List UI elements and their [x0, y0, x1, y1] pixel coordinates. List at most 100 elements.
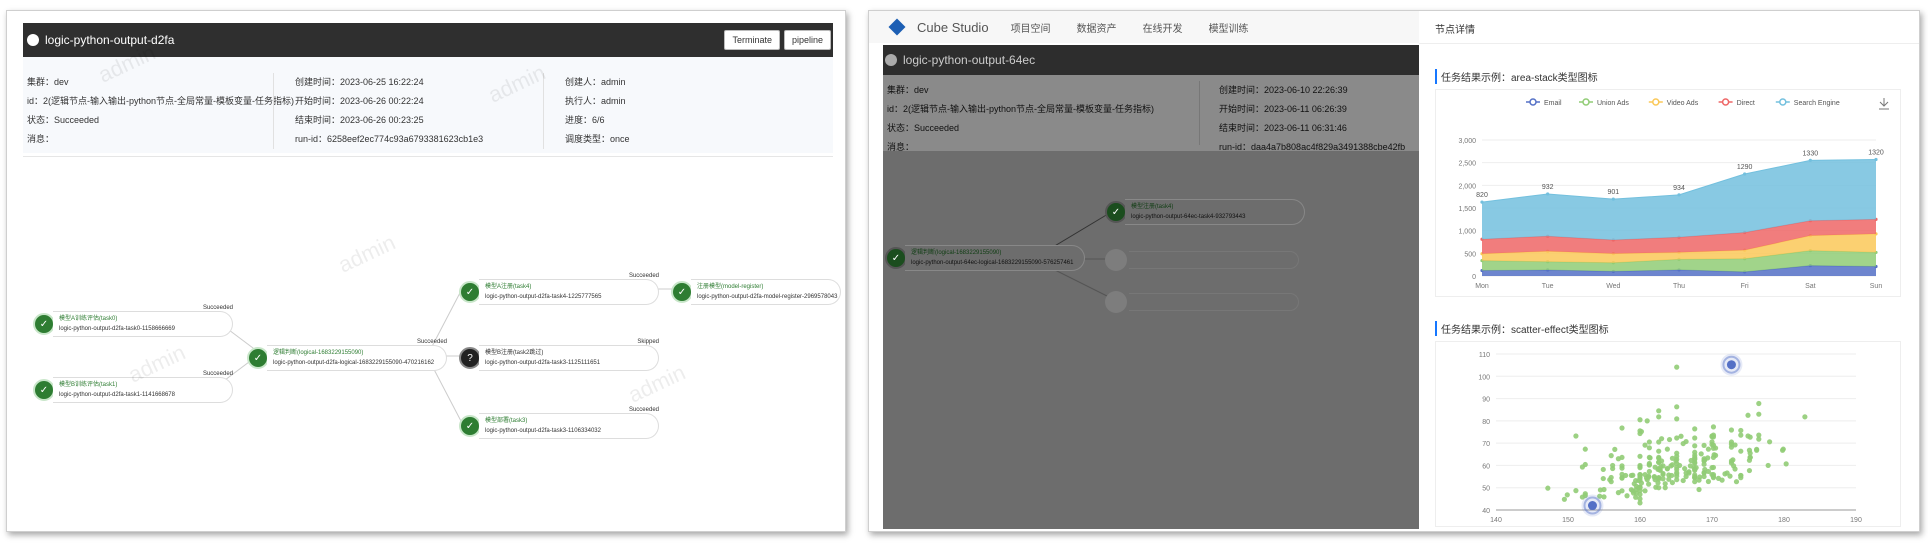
x-tick-label: 190 — [1850, 517, 1862, 524]
top-nav-bar: Cube Studio 项目空间 数据资产 在线开发 模型训练 — [869, 11, 1419, 43]
dag-node-task2-skipped[interactable]: ? 模型B注册(task2跳过) logic-python-output-d2f… — [459, 339, 659, 375]
scatter-point — [1719, 477, 1725, 483]
scatter-point — [1705, 468, 1711, 475]
scatter-point — [1600, 475, 1606, 482]
check-icon: ✓ — [885, 247, 907, 269]
scatter-point — [1696, 486, 1702, 493]
run-info-area: 集群：dev id：2(逻辑节点-输入输出-python节点-全局常量-模板变量… — [883, 75, 1423, 152]
node-status: Succeeded — [202, 371, 233, 377]
scatter-point — [1738, 432, 1744, 438]
divider — [1419, 43, 1919, 44]
dag-node-logical[interactable]: ✓ 逻辑判断(logical-1683229155090) logic-pyth… — [247, 339, 447, 375]
scatter-point — [1656, 439, 1662, 445]
node-status: Succeeded — [202, 305, 233, 311]
x-tick-label: Tue — [1542, 283, 1554, 290]
scatter-point — [1747, 454, 1753, 461]
scatter-point — [1624, 493, 1630, 499]
legend-marker — [1779, 98, 1787, 106]
y-tick-label: 500 — [1464, 251, 1476, 258]
scatter-point — [1692, 479, 1698, 485]
dag-node-task4[interactable]: ✓ 模型注册(task4) logic-python-output-64ec-t… — [1105, 195, 1305, 229]
dag-node-model-register[interactable]: ✓ 注册模型(model-register) logic-python-outp… — [671, 275, 841, 309]
scatter-point — [1637, 417, 1643, 423]
scatter-point — [1582, 446, 1588, 452]
y-tick-label: 90 — [1482, 397, 1490, 404]
y-tick-label: 2,500 — [1458, 161, 1476, 168]
scatter-point — [1674, 404, 1680, 410]
scatter-point — [1608, 474, 1614, 481]
area-point — [1677, 193, 1681, 197]
scatter-point — [1674, 450, 1680, 456]
scatter-point — [1637, 453, 1643, 459]
scatter-point — [1601, 486, 1607, 493]
scatter-point — [1646, 460, 1652, 467]
area-point — [1743, 172, 1747, 176]
scatter-point — [1802, 414, 1808, 420]
scatter-point — [1674, 416, 1680, 422]
scatter-point — [1656, 465, 1662, 472]
scatter-point — [1710, 445, 1717, 451]
x-tick-label: Sun — [1870, 283, 1883, 290]
brand-name: Cube Studio — [917, 19, 989, 35]
scatter-point — [1646, 468, 1652, 475]
nav-item-dev[interactable]: 在线开发 — [1143, 20, 1183, 35]
nav-item-train[interactable]: 模型训练 — [1209, 20, 1249, 35]
scatter-point — [1656, 448, 1662, 454]
left-screenshot-panel: logic-python-output-d2fa Terminate pipel… — [6, 10, 846, 532]
dag-node-task0[interactable]: ✓ 模型A训练评估(task0) logic-python-output-d2f… — [33, 305, 233, 341]
y-tick-label: 100 — [1478, 374, 1490, 381]
y-tick-label: 40 — [1482, 508, 1490, 515]
dag-node-task4[interactable]: ✓ 模型A注册(task4) logic-python-output-d2fa-… — [459, 273, 659, 309]
dag-node-task3[interactable]: ✓ 模型部署(task3) logic-python-output-d2fa-t… — [459, 407, 659, 443]
y-tick-label: 80 — [1482, 419, 1490, 426]
scatter-point — [1600, 466, 1606, 473]
legend-label: Direct — [1737, 100, 1755, 107]
scatter-point — [1669, 455, 1675, 461]
legend-label: Union Ads — [1597, 100, 1629, 107]
area-point — [1808, 158, 1812, 162]
check-icon: ✓ — [1105, 201, 1127, 223]
scatter-point — [1728, 444, 1735, 450]
scatter-point — [1656, 475, 1662, 481]
data-label: 934 — [1673, 185, 1685, 192]
scatter-point — [1628, 472, 1634, 479]
data-label: 1330 — [1803, 150, 1819, 157]
dag-node-logical[interactable]: ✓ 逻辑判断(logical-1683229155090) logic-pyth… — [885, 241, 1085, 275]
scatter-point — [1745, 412, 1751, 418]
dag-node-task1[interactable]: ✓ 模型B训练评估(task1) logic-python-output-d2f… — [33, 371, 233, 407]
scatter-point — [1656, 454, 1662, 461]
scatter-point — [1656, 414, 1662, 420]
brand-logo[interactable]: Cube Studio — [888, 18, 989, 36]
scatter-point — [1765, 462, 1771, 469]
scatter-point — [1692, 443, 1698, 449]
scatter-point — [1746, 467, 1753, 474]
scatter-point — [1664, 465, 1670, 472]
area-point — [1874, 157, 1878, 162]
scatter-point — [1644, 418, 1650, 424]
scatter-point — [1564, 492, 1570, 498]
scatter-point — [1637, 487, 1643, 493]
y-tick-label: 50 — [1482, 486, 1490, 493]
scatter-point — [1710, 464, 1717, 471]
y-tick-label: 70 — [1482, 441, 1490, 448]
scatter-point — [1642, 442, 1648, 448]
x-tick-label: 150 — [1562, 517, 1574, 524]
x-tick-label: Mon — [1475, 283, 1489, 290]
scatter-point — [1642, 471, 1648, 478]
scatter-point — [1666, 436, 1673, 443]
y-tick-label: 2,000 — [1458, 183, 1476, 190]
info-finished: 结束时间：2023-06-11 06:31:46 — [1219, 123, 1347, 133]
scatter-point — [1779, 447, 1786, 453]
scatter-point — [1646, 439, 1652, 445]
nav-item-project[interactable]: 项目空间 — [1011, 20, 1051, 35]
scatter-point — [1728, 427, 1735, 433]
cube-logo-icon — [888, 18, 906, 36]
scatter-point — [1701, 456, 1707, 462]
main-nav: 项目空间 数据资产 在线开发 模型训练 — [1011, 20, 1249, 35]
data-label: 1320 — [1868, 149, 1884, 156]
legend-marker — [1652, 98, 1660, 106]
scatter-point — [1619, 465, 1625, 471]
nav-item-data[interactable]: 数据资产 — [1077, 20, 1117, 35]
x-tick-label: 170 — [1706, 517, 1718, 524]
scatter-point — [1710, 454, 1717, 461]
